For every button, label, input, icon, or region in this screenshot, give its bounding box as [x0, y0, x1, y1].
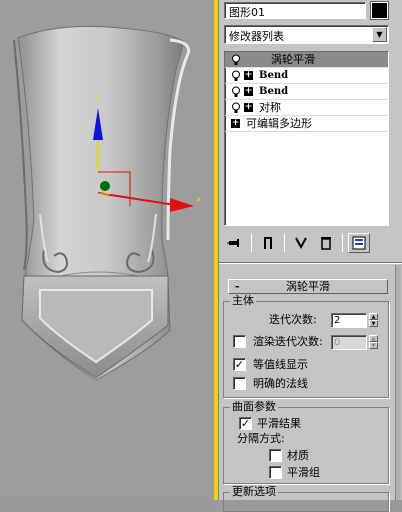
- collapse-minus-icon: -: [235, 280, 240, 293]
- gizmo-x-arrow: [170, 198, 194, 212]
- update-options-group-title: 更新选项: [230, 485, 278, 498]
- stack-item-symmetry[interactable]: + 对称: [225, 100, 388, 116]
- surface-params-group-title: 曲面参数: [230, 400, 278, 413]
- modifier-stack-list[interactable]: 涡轮平滑 + Bend + Bend + 对称 + 可编辑多边形: [224, 51, 389, 226]
- explicit-normals-checkbox[interactable]: [233, 377, 246, 390]
- expand-plus-icon[interactable]: +: [244, 87, 253, 96]
- main-group-title: 主体: [230, 294, 256, 307]
- object-name-field[interactable]: 图形01: [224, 2, 366, 19]
- stack-item-turbosmooth[interactable]: 涡轮平滑: [225, 52, 388, 68]
- spinner-up-icon[interactable]: ▲: [369, 313, 378, 320]
- render-iterations-spinner-field[interactable]: 0: [331, 335, 367, 350]
- lightbulb-icon[interactable]: [231, 70, 241, 82]
- perspective-viewport[interactable]: z x: [0, 0, 214, 500]
- iterations-spinner-arrows[interactable]: ▲ ▼: [369, 313, 378, 328]
- smooth-result-label: 平滑结果: [257, 417, 301, 430]
- render-iterations-checkbox[interactable]: [233, 335, 246, 348]
- pin-stack-icon[interactable]: [224, 233, 246, 253]
- lightbulb-icon[interactable]: [231, 86, 241, 98]
- configure-modifier-sets-icon[interactable]: [348, 233, 370, 253]
- lightbulb-icon[interactable]: [231, 102, 241, 114]
- expand-plus-icon[interactable]: +: [231, 119, 240, 128]
- stack-item-label: 涡轮平滑: [271, 53, 315, 66]
- spinner-up-icon[interactable]: ▲: [369, 335, 378, 342]
- materials-label: 材质: [287, 449, 309, 462]
- svg-text:z: z: [95, 92, 100, 102]
- isoline-display-checkbox[interactable]: ✓: [233, 358, 246, 371]
- lightbulb-icon[interactable]: [231, 54, 241, 66]
- stack-item-label: Bend: [259, 86, 289, 97]
- show-end-result-icon[interactable]: [257, 233, 279, 253]
- separate-by-label: 分隔方式:: [237, 432, 285, 445]
- viewport-scene: z x: [13, 25, 202, 381]
- stack-item-label: 对称: [259, 101, 281, 114]
- svg-text:x: x: [196, 195, 202, 205]
- stack-item-editable-poly[interactable]: + 可编辑多边形: [225, 116, 388, 132]
- explicit-normals-label: 明确的法线: [253, 377, 308, 390]
- modifier-stack-toolbar: [224, 232, 389, 254]
- object-color-swatch[interactable]: [370, 1, 389, 20]
- toolbar-separator: [251, 234, 252, 252]
- smoothing-groups-checkbox[interactable]: [269, 466, 282, 479]
- iterations-spinner-field[interactable]: 2: [331, 313, 367, 328]
- turbosmooth-rollout-header[interactable]: - 涡轮平滑: [228, 279, 388, 294]
- smooth-result-checkbox[interactable]: ✓: [239, 417, 252, 430]
- modify-command-panel: 图形01 修改器列表 ▼ 涡轮平滑 + Bend + Bend + 对称 + 可…: [218, 0, 402, 512]
- isoline-display-label: 等值线显示: [253, 358, 308, 371]
- smoothing-groups-label: 平滑组: [287, 466, 320, 479]
- panel-divider: [219, 262, 402, 264]
- render-iterations-label: 渲染迭代次数:: [253, 335, 323, 348]
- expand-plus-icon[interactable]: +: [244, 103, 253, 112]
- iterations-label: 迭代次数:: [269, 313, 317, 326]
- make-unique-icon[interactable]: [290, 233, 312, 253]
- modifier-list-dropdown[interactable]: 修改器列表 ▼: [224, 25, 389, 44]
- stack-item-label: 可编辑多边形: [246, 117, 312, 130]
- chevron-down-icon[interactable]: ▼: [372, 27, 387, 42]
- remove-modifier-icon[interactable]: [315, 233, 337, 253]
- spinner-down-icon[interactable]: ▼: [369, 320, 378, 327]
- gizmo-pivot: [100, 181, 110, 191]
- toolbar-separator: [284, 234, 285, 252]
- materials-checkbox[interactable]: [269, 449, 282, 462]
- render-iterations-spinner-arrows[interactable]: ▲ ▼: [369, 335, 378, 350]
- spinner-down-icon[interactable]: ▼: [369, 342, 378, 349]
- toolbar-separator: [342, 234, 343, 252]
- stack-item-label: Bend: [259, 70, 289, 81]
- panel-scrollbar[interactable]: [395, 265, 401, 500]
- modifier-list-label: 修改器列表: [229, 30, 284, 43]
- expand-plus-icon[interactable]: +: [244, 71, 253, 80]
- stack-item-bend-1[interactable]: + Bend: [225, 68, 388, 84]
- rollout-title: 涡轮平滑: [286, 280, 330, 293]
- stack-item-bend-2[interactable]: + Bend: [225, 84, 388, 100]
